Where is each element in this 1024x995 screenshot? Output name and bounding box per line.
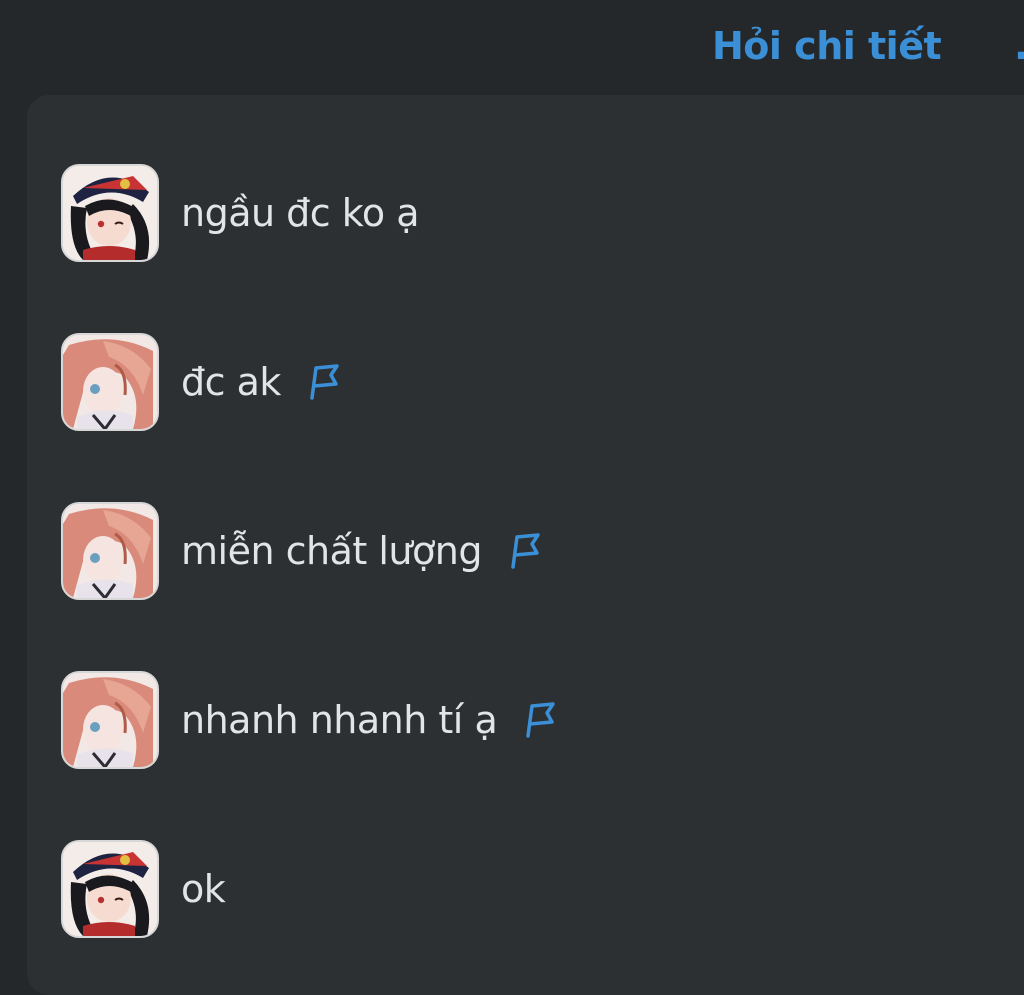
message-row: ok xyxy=(61,839,226,939)
avatar-pink-hair[interactable] xyxy=(61,671,159,769)
flag-icon[interactable] xyxy=(307,364,341,400)
top-bar: Hỏi chi tiết ... xyxy=(0,0,1024,95)
message-row: nhanh nhanh tí ạ xyxy=(61,670,557,770)
message-row: ngầu đc ko ạ xyxy=(61,163,420,263)
message-text: đc ak xyxy=(181,360,281,404)
avatar-pink-hair[interactable] xyxy=(61,333,159,431)
flag-icon[interactable] xyxy=(523,702,557,738)
flag-icon[interactable] xyxy=(508,533,542,569)
message-text: ok xyxy=(181,867,226,911)
message-row: đc ak xyxy=(61,332,341,432)
message-text: ngầu đc ko ạ xyxy=(181,191,420,235)
avatar-black-hair-cap[interactable] xyxy=(61,840,159,938)
avatar-black-hair-cap[interactable] xyxy=(61,164,159,262)
more-link[interactable]: ... xyxy=(1014,24,1024,68)
avatar-pink-hair[interactable] xyxy=(61,502,159,600)
message-text: nhanh nhanh tí ạ xyxy=(181,698,498,742)
ask-details-link[interactable]: Hỏi chi tiết xyxy=(712,24,942,68)
message-text: miễn chất lượng xyxy=(181,529,482,573)
message-row: miễn chất lượng xyxy=(61,501,542,601)
